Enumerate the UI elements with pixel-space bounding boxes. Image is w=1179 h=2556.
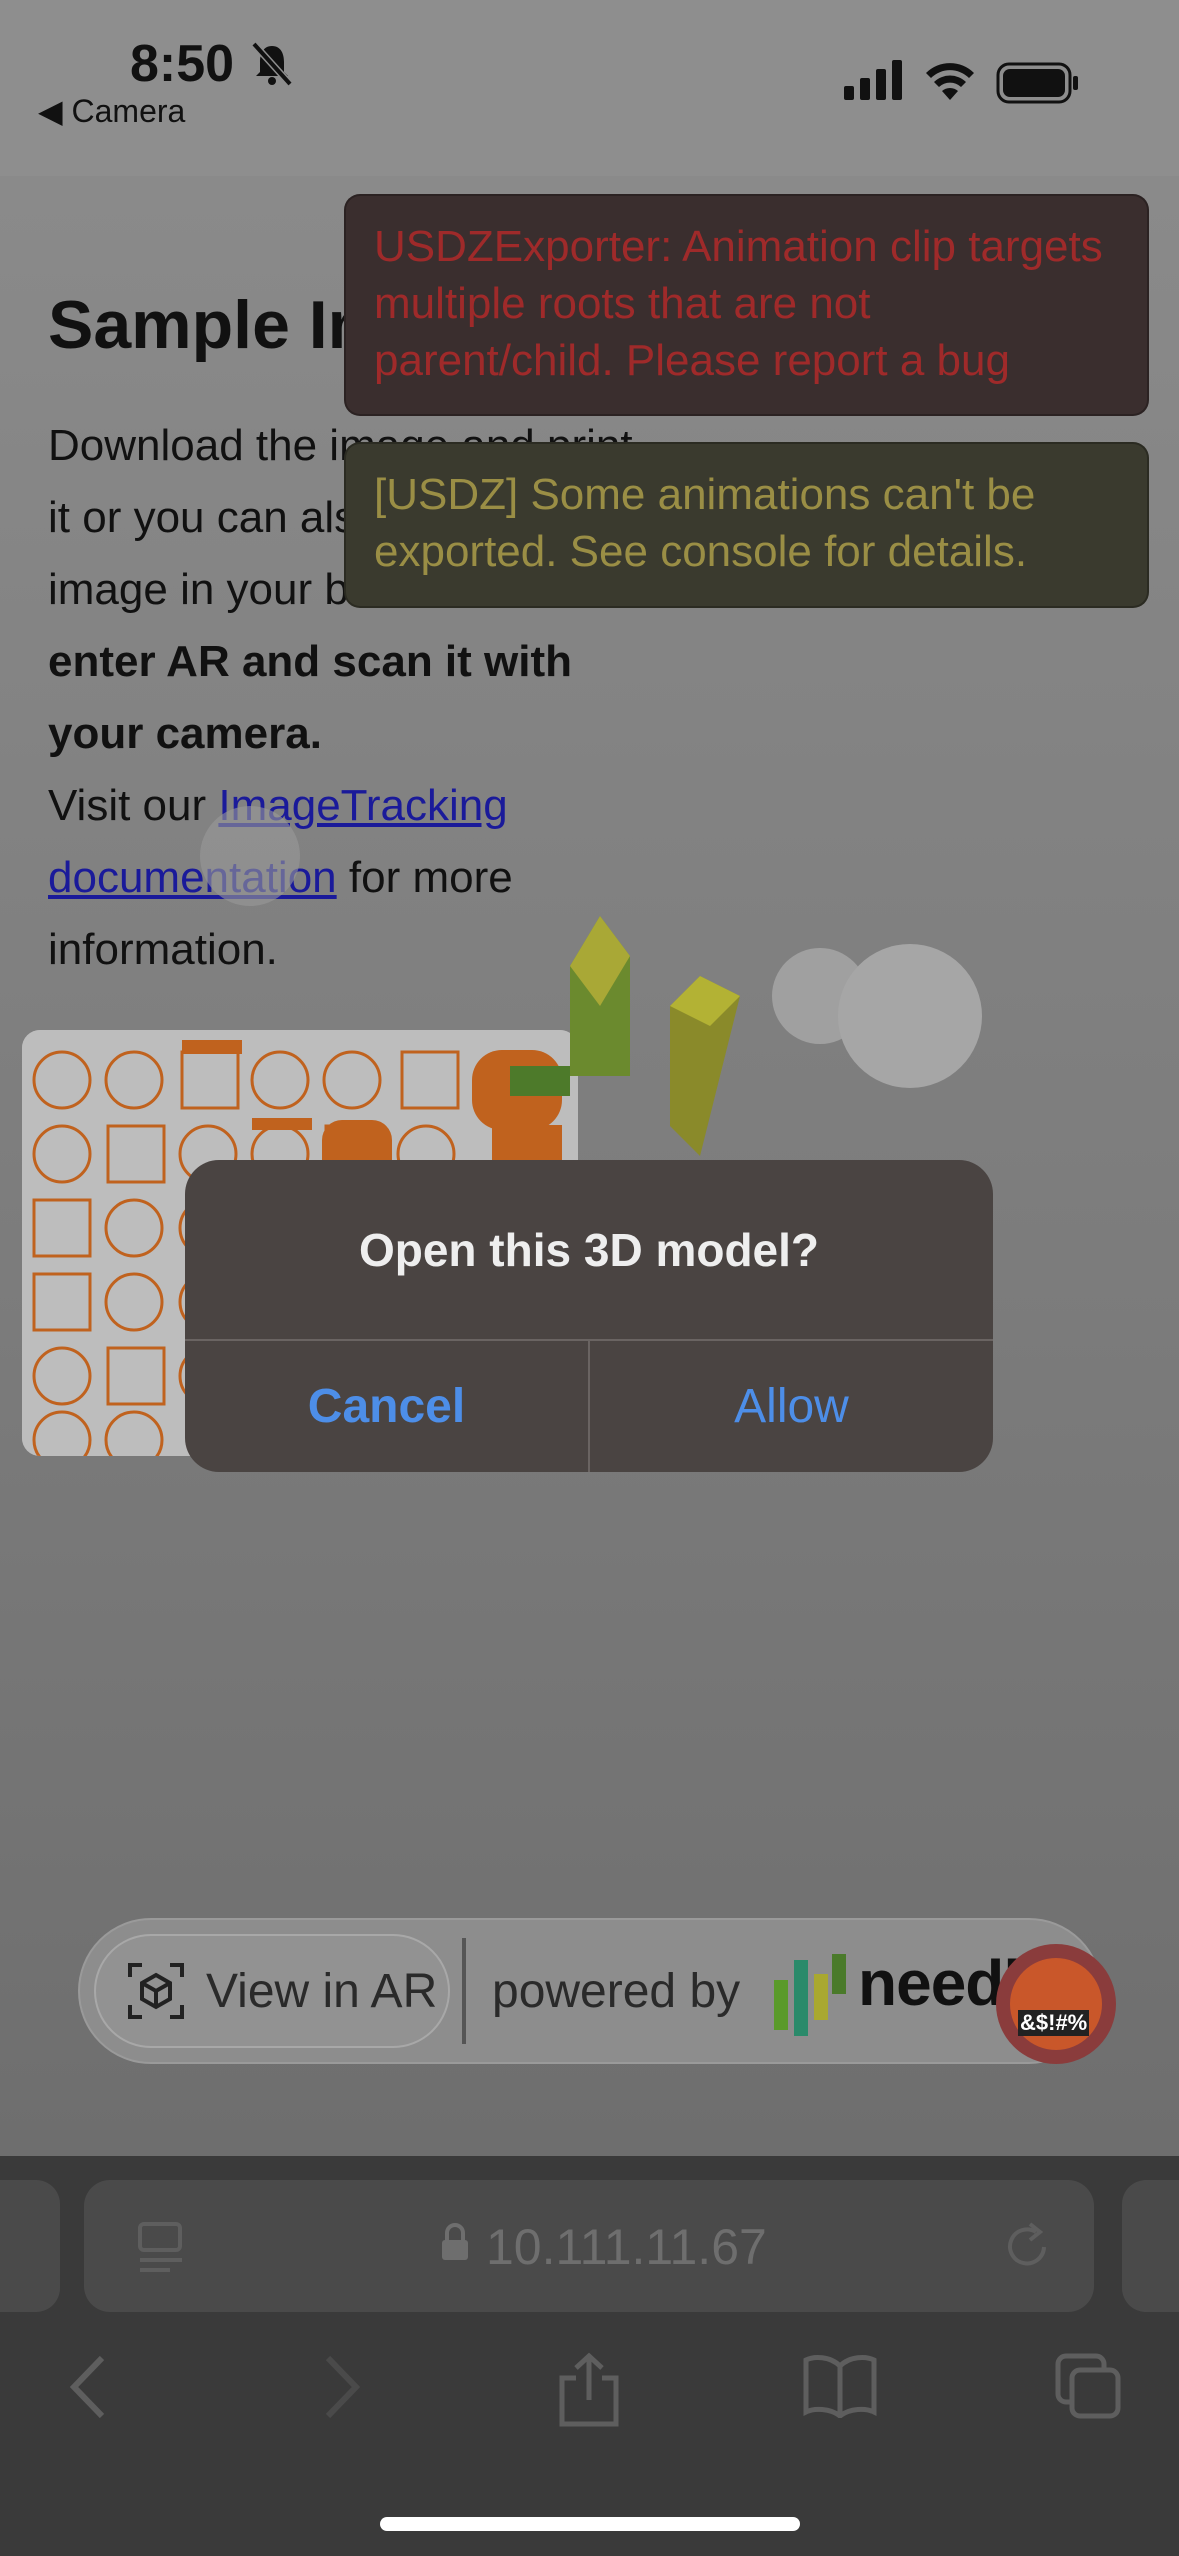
needle-logo-icon xyxy=(774,1954,846,2036)
ar-bar-divider xyxy=(462,1938,466,2044)
floating-sphere xyxy=(200,806,300,906)
tabs-icon[interactable] xyxy=(1054,2352,1124,2422)
forward-arrow-icon[interactable] xyxy=(316,2352,366,2422)
silent-mode-icon xyxy=(251,41,293,87)
lock-icon xyxy=(442,2223,468,2260)
ar-cube-icon xyxy=(128,1963,184,2019)
next-tab-edge[interactable] xyxy=(1122,2180,1179,2312)
battery-icon xyxy=(996,62,1078,104)
status-time: 8:50 xyxy=(130,35,235,93)
home-indicator[interactable] xyxy=(380,2517,800,2531)
cancel-button[interactable]: Cancel xyxy=(185,1341,588,1472)
back-to-camera-link[interactable]: ◀ Camera xyxy=(38,92,185,130)
open-3d-model-dialog: Open this 3D model? Cancel Allow xyxy=(185,1160,993,1472)
allow-button[interactable]: Allow xyxy=(590,1341,993,1472)
reload-icon[interactable] xyxy=(1000,2220,1054,2274)
url-text: 10.111.11.67 xyxy=(486,2219,767,2275)
view-in-ar-label: View in AR xyxy=(206,1965,438,2018)
error-toast: USDZExporter: Animation clip targets mul… xyxy=(344,194,1149,416)
dialog-title: Open this 3D model? xyxy=(358,1224,820,1276)
back-arrow-icon[interactable] xyxy=(64,2352,114,2422)
visit-text: Visit our xyxy=(48,781,219,830)
page-menu-icon[interactable] xyxy=(134,2220,188,2274)
powered-by-label: powered by xyxy=(492,1965,741,2018)
angry-emoji-icon xyxy=(1010,1958,1102,2050)
cellular-signal-icon xyxy=(844,60,902,100)
share-icon[interactable] xyxy=(556,2352,622,2428)
warning-toast: [USDZ] Some animations can't be exported… xyxy=(344,442,1149,608)
previous-tab-edge[interactable] xyxy=(0,2180,60,2312)
bookmarks-icon[interactable] xyxy=(802,2352,878,2418)
emoji-badge-text: &$!#% xyxy=(1018,2010,1090,2036)
wifi-icon xyxy=(926,63,974,100)
